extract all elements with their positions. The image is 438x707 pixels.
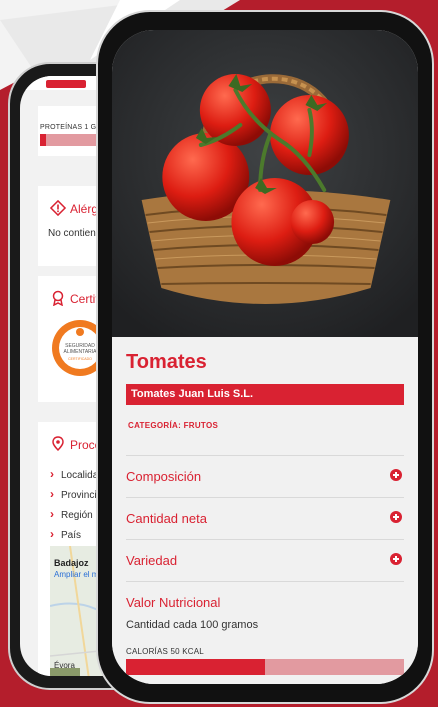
nutrition-section: Valor Nutricional Cantidad cada 100 gram…	[126, 581, 404, 641]
composition-label: Composición	[126, 469, 202, 484]
product-details: Tomates Tomates Juan Luis S.L. CATEGORÍA…	[112, 337, 418, 684]
net-quantity-label: Cantidad neta	[126, 511, 207, 526]
variety-label: Variedad	[126, 553, 178, 568]
plus-icon[interactable]	[390, 469, 402, 481]
front-phone-screen: Tomates Tomates Juan Luis S.L. CATEGORÍA…	[112, 30, 418, 684]
nutrition-title: Valor Nutricional	[126, 595, 221, 610]
variety-row[interactable]: Variedad	[126, 539, 404, 581]
map-place-label: Évora	[54, 661, 75, 670]
calories-bar	[126, 659, 404, 675]
plus-icon[interactable]	[390, 553, 402, 565]
nutrition-subtitle: Cantidad cada 100 gramos	[126, 619, 259, 631]
allergen-warning-icon	[50, 200, 66, 216]
front-phone: Tomates Tomates Juan Luis S.L. CATEGORÍA…	[96, 10, 434, 704]
svg-text:ALIMENTARIA: ALIMENTARIA	[64, 349, 98, 355]
certificate-icon	[52, 290, 64, 306]
net-quantity-row[interactable]: Cantidad neta	[126, 497, 404, 539]
allergens-text: No contiene	[48, 228, 102, 239]
location-icon	[52, 436, 64, 452]
producer-banner: Tomates Juan Luis S.L.	[126, 384, 404, 405]
product-photo	[112, 30, 418, 337]
map-city-label: Badajoz	[54, 558, 89, 568]
protein-label: PROTEÍNAS 1 G	[40, 124, 97, 131]
calories-label: CALORÍAS 50 KCAL	[126, 647, 204, 656]
svg-text:CERTIFICADO: CERTIFICADO	[68, 357, 92, 361]
category-label: CATEGORÍA: FRUTOS	[128, 421, 219, 430]
plus-icon[interactable]	[390, 511, 402, 523]
product-title: Tomates	[126, 351, 207, 373]
composition-row[interactable]: Composición	[126, 455, 404, 497]
